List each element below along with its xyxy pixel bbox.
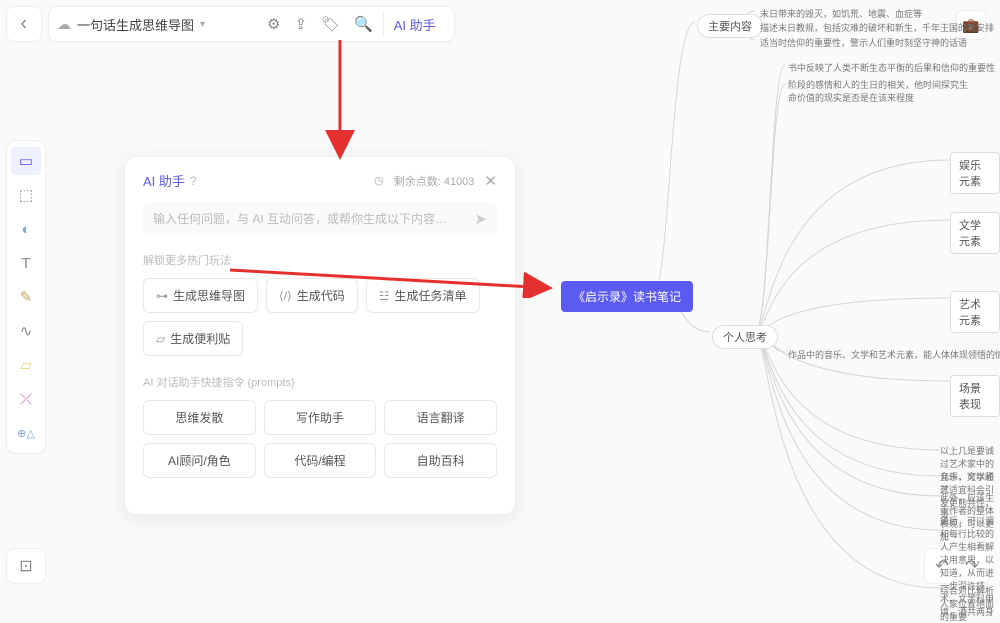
mindmap-leaf[interactable]: 作品中的音乐、文学和艺术元素，能人体体现领悟的情感除梦 bbox=[788, 348, 1000, 361]
settings-icon[interactable]: ⚙ bbox=[267, 15, 280, 33]
tool-shape[interactable]: ◐ bbox=[11, 215, 41, 243]
mindmap-node-entertainment[interactable]: 娱乐元素 bbox=[950, 152, 1000, 194]
chevron-down-icon: ▾ bbox=[200, 19, 205, 30]
close-icon[interactable]: ✕ bbox=[484, 172, 497, 190]
mindmap-icon: ⊶ bbox=[156, 289, 168, 303]
mindmap-leaf[interactable]: 适当时信仰的重要性，警示人们重时刻坚守神的话语 bbox=[760, 36, 967, 49]
chip-translate[interactable]: 语言翻译 bbox=[384, 400, 497, 435]
top-toolbar: ☁ 一句话生成思维导图 ▾ ⚙ ⇪ 🏷 🔍 AI 助手 bbox=[6, 6, 455, 42]
chip-coding[interactable]: 代码/编程 bbox=[264, 443, 377, 478]
layers-button[interactable]: ⊡ bbox=[6, 548, 46, 584]
mindmap-leaf[interactable]: 阶段的感情和人的生日的相关，他时间探究生命价值的现实是否是在该来程度 bbox=[788, 78, 968, 104]
code-icon: ⟨/⟩ bbox=[279, 289, 292, 303]
cloud-icon: ☁ bbox=[57, 16, 71, 33]
export-icon[interactable]: ⇪ bbox=[294, 15, 307, 33]
section-popular-label: 解锁更多热门玩法 bbox=[143, 252, 497, 268]
tool-select[interactable]: ▭ bbox=[11, 147, 41, 175]
document-title[interactable]: ☁ 一句话生成思维导图 ▾ bbox=[57, 15, 257, 34]
chip-ai-role[interactable]: AI顾问/角色 bbox=[143, 443, 256, 478]
left-toolbar: ▭ ⬚ ◐ T ✎ ∿ ▱ ⤫ ⊕△ bbox=[6, 140, 46, 454]
search-icon[interactable]: 🔍 bbox=[354, 15, 373, 33]
mindmap-node-scene[interactable]: 场景表现 bbox=[950, 375, 1000, 417]
tool-curve[interactable]: ∿ bbox=[11, 317, 41, 345]
help-icon[interactable]: ? bbox=[190, 174, 197, 188]
chip-self-help[interactable]: 自助百科 bbox=[384, 443, 497, 478]
mindmap-leaf[interactable]: 综合对比解析人家位置地面的重要 bbox=[940, 584, 996, 623]
title-bar: ☁ 一句话生成思维导图 ▾ ⚙ ⇪ 🏷 🔍 AI 助手 bbox=[48, 6, 455, 42]
chip-generate-tasklist[interactable]: ☳生成任务清单 bbox=[366, 278, 480, 313]
mindmap-node-literature[interactable]: 文学元素 bbox=[950, 212, 1000, 254]
tool-sticky[interactable]: ▱ bbox=[11, 351, 41, 379]
ai-panel-title: AI 助手 ? bbox=[143, 171, 197, 190]
tag-icon[interactable]: 🏷 bbox=[321, 15, 340, 33]
ai-assistant-panel: AI 助手 ? ◷ 剩余点数: 41003 ✕ ➤ 解锁更多热门玩法 ⊶生成思维… bbox=[124, 156, 516, 515]
mindmap-node-personal-thinking[interactable]: 个人思考 bbox=[712, 325, 778, 349]
mindmap-node-art[interactable]: 艺术元素 bbox=[950, 291, 1000, 333]
mindmap-leaf[interactable]: 书中反映了人类不断生态平衡的后果和信仰的重要性 bbox=[788, 61, 995, 74]
sticky-icon: ▱ bbox=[156, 332, 165, 346]
chip-thinking[interactable]: 思维发散 bbox=[143, 400, 256, 435]
mindmap-leaf[interactable]: 末日带来的毁灭，如饥荒、地震、血症等 bbox=[760, 7, 922, 20]
tool-frame[interactable]: ⬚ bbox=[11, 181, 41, 209]
chip-generate-sticky[interactable]: ▱生成便利贴 bbox=[143, 321, 243, 356]
task-icon: ☳ bbox=[379, 289, 390, 303]
back-button[interactable] bbox=[6, 6, 42, 42]
mindmap-node-main-content[interactable]: 主要内容 bbox=[697, 14, 763, 38]
ai-prompt-input[interactable] bbox=[153, 212, 474, 226]
tool-connector[interactable]: ⤫ bbox=[11, 385, 41, 413]
clock-icon: ◷ bbox=[374, 174, 384, 187]
mindmap-leaf[interactable]: 描述末日教规，包括灾难的破坏和新生，千年王国的新安排 bbox=[760, 21, 994, 34]
annotation-arrow-down bbox=[320, 40, 360, 160]
send-icon[interactable]: ➤ bbox=[474, 210, 487, 228]
mindmap-central-node[interactable]: 《启示录》读书笔记 bbox=[561, 281, 693, 312]
ai-helper-button[interactable]: AI 助手 bbox=[383, 12, 446, 36]
tool-text[interactable]: T bbox=[11, 249, 41, 277]
action-icons: ⚙ ⇪ 🏷 🔍 bbox=[257, 15, 383, 33]
section-prompts-label: AI 对话助手快捷指令 (prompts) bbox=[143, 374, 497, 390]
title-text: 一句话生成思维导图 bbox=[77, 15, 194, 34]
ai-input-row: ➤ bbox=[143, 202, 497, 236]
chip-writing[interactable]: 写作助手 bbox=[264, 400, 377, 435]
tool-more[interactable]: ⊕△ bbox=[11, 419, 41, 447]
chip-generate-code[interactable]: ⟨/⟩生成代码 bbox=[266, 278, 358, 313]
tool-pen[interactable]: ✎ bbox=[11, 283, 41, 311]
chip-generate-mindmap[interactable]: ⊶生成思维导图 bbox=[143, 278, 258, 313]
